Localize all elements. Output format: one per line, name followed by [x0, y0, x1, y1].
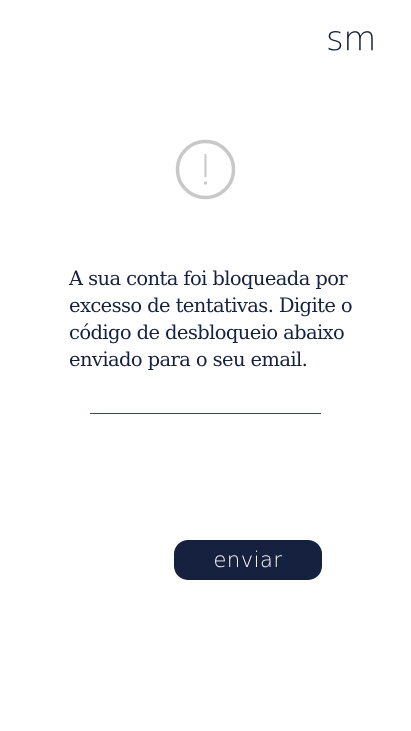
unlock-code-input[interactable] [90, 384, 321, 414]
account-locked-message: A sua conta foi bloqueada por excesso de… [69, 267, 353, 371]
brand-logo: sm [326, 19, 376, 59]
exclamation-circle-icon [175, 139, 236, 200]
send-button[interactable]: enviar [174, 540, 322, 580]
